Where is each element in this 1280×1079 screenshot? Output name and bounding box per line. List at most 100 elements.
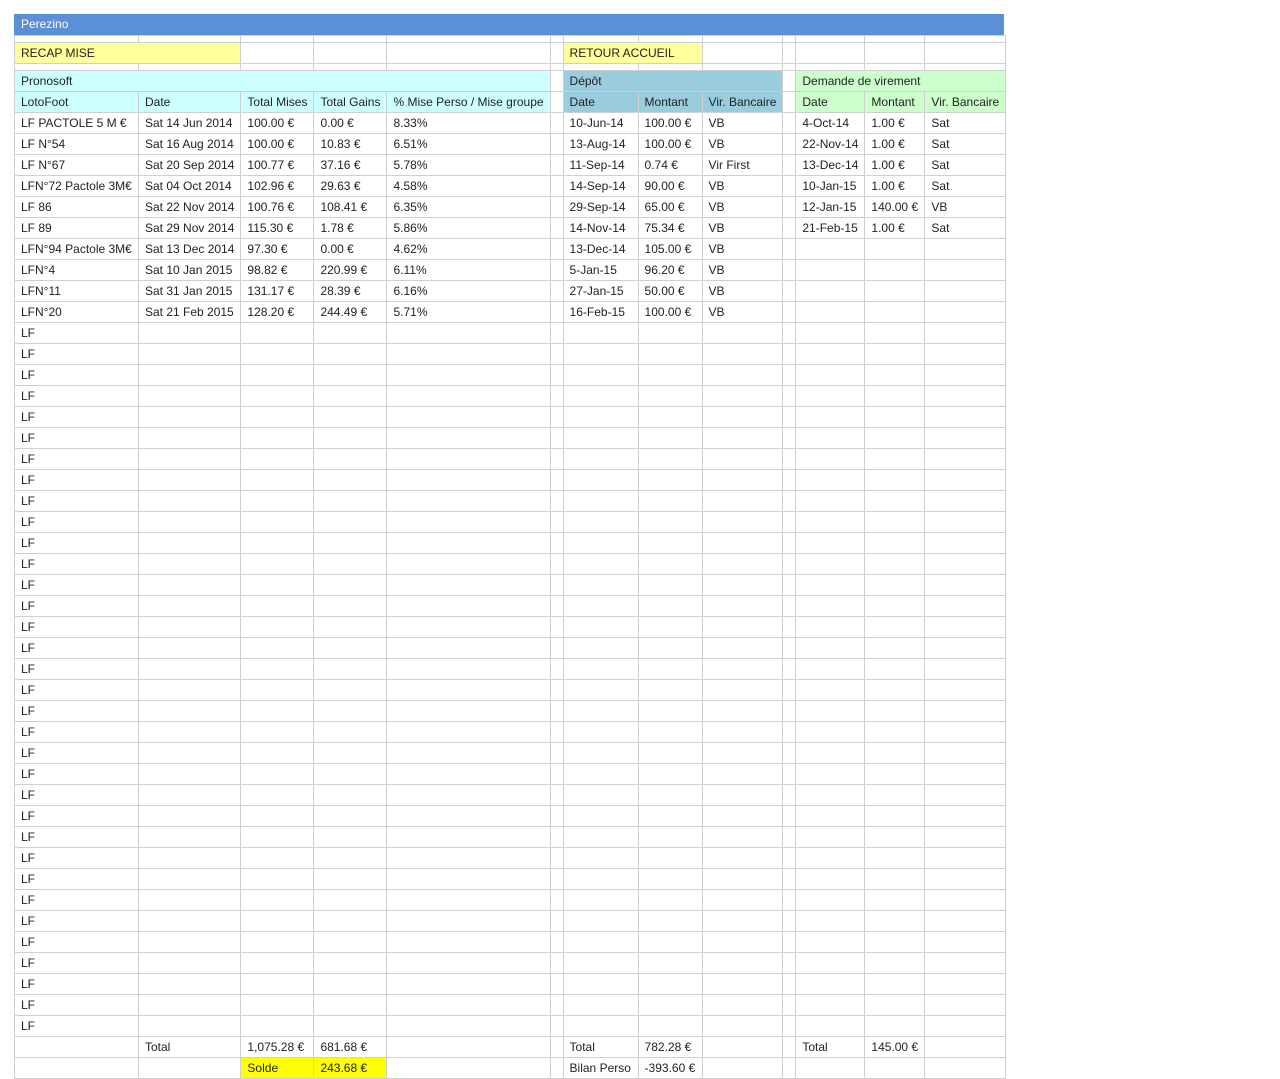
pronosoft-cell[interactable] xyxy=(313,469,388,491)
virement-cell[interactable]: 1.00 € xyxy=(864,154,926,176)
depot-cell[interactable]: VB xyxy=(701,175,784,197)
virement-cell[interactable] xyxy=(924,721,1007,743)
virement-cell[interactable] xyxy=(924,658,1007,680)
pronosoft-cell[interactable] xyxy=(240,385,315,407)
virement-cell[interactable]: 21-Feb-15 xyxy=(795,217,866,239)
depot-cell[interactable]: 0.74 € xyxy=(637,154,703,176)
pronosoft-cell[interactable]: LF xyxy=(14,574,139,596)
virement-cell[interactable] xyxy=(795,574,866,596)
depot-cell[interactable] xyxy=(637,784,703,806)
pronosoft-cell[interactable] xyxy=(313,322,388,344)
virement-cell[interactable] xyxy=(795,742,866,764)
pronosoft-cell[interactable]: LFN°20 xyxy=(14,301,139,323)
pronosoft-cell[interactable] xyxy=(240,532,315,554)
depot-cell[interactable] xyxy=(701,721,784,743)
pronosoft-cell[interactable] xyxy=(137,595,242,617)
pronosoft-cell[interactable] xyxy=(313,448,388,470)
pronosoft-cell[interactable] xyxy=(240,343,315,365)
pronosoft-cell[interactable]: LF xyxy=(14,448,139,470)
pronosoft-cell[interactable]: 97.30 € xyxy=(240,238,315,260)
virement-cell[interactable] xyxy=(864,280,926,302)
pronosoft-cell[interactable] xyxy=(386,994,551,1016)
virement-cell[interactable] xyxy=(924,910,1007,932)
virement-cell[interactable] xyxy=(864,427,926,449)
pronosoft-cell[interactable]: Sat 04 Oct 2014 xyxy=(137,175,242,197)
pronosoft-cell[interactable] xyxy=(313,427,388,449)
virement-cell[interactable] xyxy=(924,847,1007,869)
depot-cell[interactable] xyxy=(637,679,703,701)
virement-cell[interactable] xyxy=(864,322,926,344)
depot-cell[interactable] xyxy=(562,574,639,596)
depot-cell[interactable] xyxy=(701,763,784,785)
virement-cell[interactable] xyxy=(795,469,866,491)
virement-cell[interactable] xyxy=(924,679,1007,701)
virement-cell[interactable]: 1.00 € xyxy=(864,175,926,197)
pronosoft-cell[interactable]: 6.35% xyxy=(386,196,551,218)
virement-cell[interactable] xyxy=(924,343,1007,365)
pronosoft-cell[interactable] xyxy=(240,721,315,743)
pronosoft-cell[interactable]: LF 86 xyxy=(14,196,139,218)
depot-cell[interactable] xyxy=(637,1015,703,1037)
pronosoft-cell[interactable] xyxy=(137,784,242,806)
pronosoft-cell[interactable] xyxy=(313,574,388,596)
depot-cell[interactable] xyxy=(637,574,703,596)
pronosoft-cell[interactable] xyxy=(240,322,315,344)
depot-cell[interactable] xyxy=(701,637,784,659)
pronosoft-cell[interactable]: 98.82 € xyxy=(240,259,315,281)
depot-cell[interactable] xyxy=(701,595,784,617)
pronosoft-cell[interactable] xyxy=(386,322,551,344)
pronosoft-cell[interactable] xyxy=(240,973,315,995)
virement-cell[interactable] xyxy=(864,742,926,764)
pronosoft-cell[interactable] xyxy=(240,658,315,680)
depot-cell[interactable]: VB xyxy=(701,259,784,281)
pronosoft-cell[interactable] xyxy=(386,721,551,743)
virement-cell[interactable] xyxy=(864,763,926,785)
depot-cell[interactable] xyxy=(637,889,703,911)
pronosoft-cell[interactable] xyxy=(240,847,315,869)
depot-cell[interactable]: 65.00 € xyxy=(637,196,703,218)
pronosoft-cell[interactable]: LF xyxy=(14,868,139,890)
pronosoft-cell[interactable]: Sat 31 Jan 2015 xyxy=(137,280,242,302)
virement-cell[interactable] xyxy=(924,994,1007,1016)
virement-cell[interactable] xyxy=(795,700,866,722)
depot-cell[interactable] xyxy=(637,616,703,638)
depot-cell[interactable] xyxy=(562,700,639,722)
virement-cell[interactable] xyxy=(795,511,866,533)
pronosoft-cell[interactable]: Sat 16 Aug 2014 xyxy=(137,133,242,155)
depot-cell[interactable]: 11-Sep-14 xyxy=(562,154,639,176)
pronosoft-cell[interactable] xyxy=(313,994,388,1016)
virement-cell[interactable] xyxy=(795,973,866,995)
virement-cell[interactable] xyxy=(924,952,1007,974)
depot-cell[interactable] xyxy=(637,427,703,449)
pronosoft-cell[interactable]: 29.63 € xyxy=(313,175,388,197)
pronosoft-cell[interactable]: LF xyxy=(14,700,139,722)
pronosoft-cell[interactable] xyxy=(137,343,242,365)
pronosoft-cell[interactable] xyxy=(137,553,242,575)
pronosoft-cell[interactable] xyxy=(313,763,388,785)
pronosoft-cell[interactable] xyxy=(313,385,388,407)
virement-cell[interactable] xyxy=(795,1015,866,1037)
virement-cell[interactable] xyxy=(795,994,866,1016)
virement-cell[interactable] xyxy=(924,574,1007,596)
depot-cell[interactable] xyxy=(562,1015,639,1037)
virement-cell[interactable]: 1.00 € xyxy=(864,217,926,239)
depot-cell[interactable] xyxy=(701,658,784,680)
pronosoft-cell[interactable] xyxy=(137,574,242,596)
pronosoft-cell[interactable] xyxy=(386,658,551,680)
pronosoft-cell[interactable] xyxy=(313,931,388,953)
pronosoft-cell[interactable] xyxy=(313,616,388,638)
virement-cell[interactable] xyxy=(795,952,866,974)
depot-cell[interactable] xyxy=(701,448,784,470)
virement-cell[interactable] xyxy=(795,427,866,449)
depot-cell[interactable] xyxy=(637,532,703,554)
pronosoft-cell[interactable] xyxy=(137,658,242,680)
pronosoft-cell[interactable]: 5.71% xyxy=(386,301,551,323)
depot-cell[interactable] xyxy=(637,364,703,386)
pronosoft-cell[interactable] xyxy=(240,448,315,470)
depot-cell[interactable]: 13-Aug-14 xyxy=(562,133,639,155)
pronosoft-cell[interactable] xyxy=(313,700,388,722)
virement-cell[interactable] xyxy=(924,742,1007,764)
pronosoft-cell[interactable]: LF 89 xyxy=(14,217,139,239)
depot-cell[interactable] xyxy=(562,427,639,449)
pronosoft-cell[interactable] xyxy=(137,490,242,512)
